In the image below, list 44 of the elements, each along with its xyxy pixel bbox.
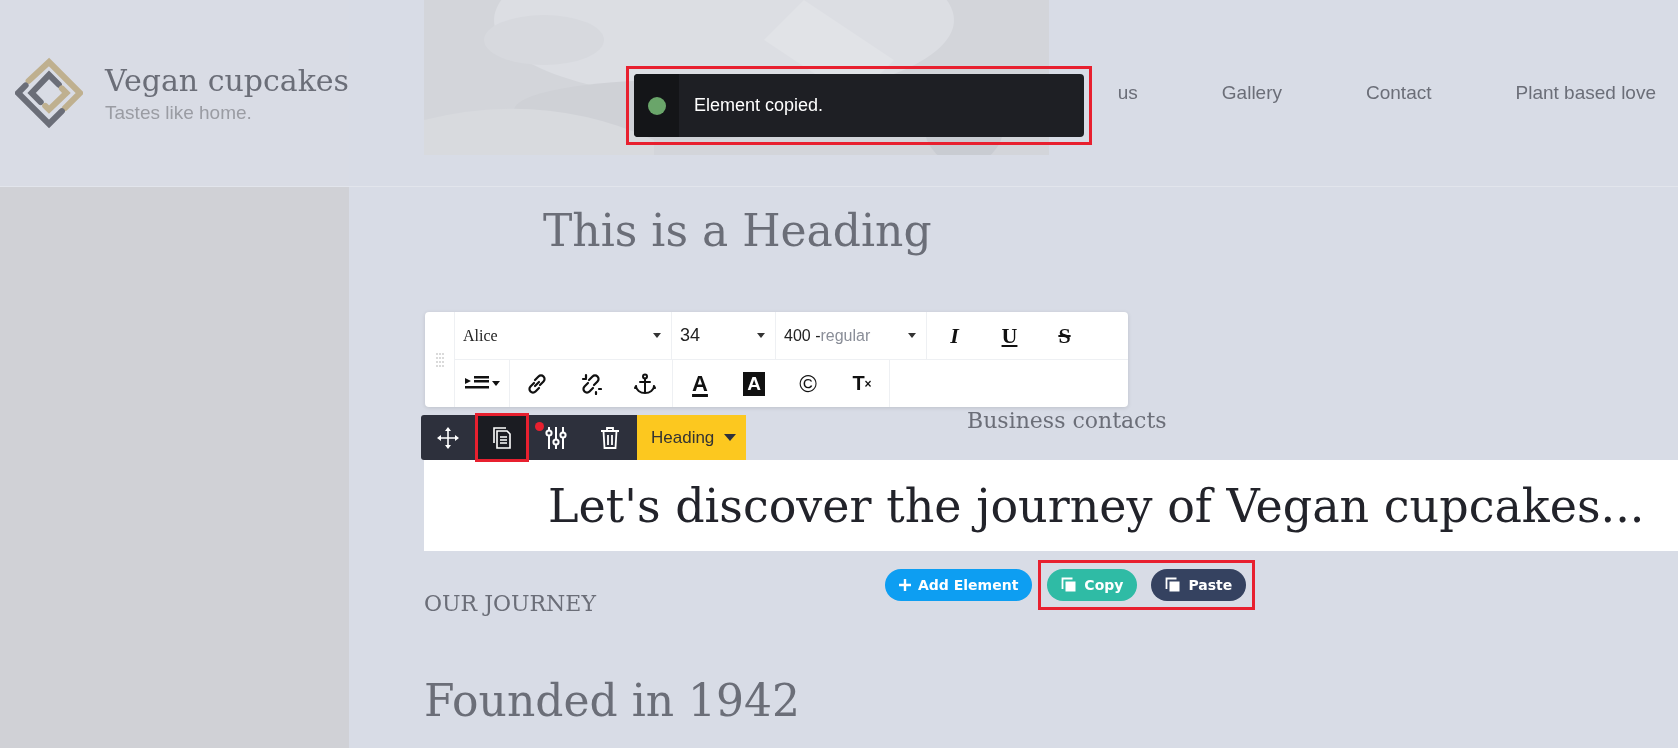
clear-format-button[interactable]: T×: [835, 360, 890, 407]
nav-link[interactable]: us: [1117, 82, 1138, 106]
font-weight-dropdown[interactable]: 400 -regular: [776, 312, 927, 359]
indent-icon: [464, 375, 489, 392]
copy-icon: [492, 426, 512, 449]
strike-button[interactable]: S: [1037, 312, 1092, 359]
paste-button[interactable]: Paste: [1151, 569, 1247, 601]
sliders-icon: [544, 425, 568, 450]
caret-icon: [653, 333, 661, 338]
symbol-button[interactable]: ©: [781, 360, 835, 407]
eyebrow-label: OUR JOURNEY: [424, 591, 596, 617]
toast-message: Element copied.: [694, 95, 824, 116]
caret-icon: [908, 333, 916, 338]
caret-icon: [757, 333, 765, 338]
nav-link[interactable]: Contact: [1366, 82, 1432, 106]
status-dot-icon: [646, 95, 667, 116]
plus-icon: [899, 579, 911, 591]
site-title: Vegan cupcakes: [105, 62, 349, 100]
element-type-dropdown[interactable]: Heading: [637, 415, 747, 460]
subheading: Founded in 1942: [424, 674, 801, 728]
highlight-color-button[interactable]: A: [727, 360, 781, 407]
nav-link[interactable]: Plant based love: [1515, 82, 1656, 106]
trash-icon: [601, 426, 619, 449]
italic-button[interactable]: I: [927, 312, 982, 359]
underline-button[interactable]: U: [982, 312, 1037, 359]
heading: This is a Heading: [543, 204, 933, 258]
section-label: Business contacts: [967, 409, 1167, 433]
notification-dot: [535, 422, 544, 431]
site-tagline: Tastes like home.: [105, 102, 253, 124]
caret-icon: [491, 381, 500, 386]
drag-handle-icon: [435, 351, 444, 368]
clipboard-icon: [1061, 577, 1078, 593]
clipboard-icon: [1165, 577, 1182, 593]
font-size-dropdown[interactable]: 34: [672, 312, 776, 359]
copy-button[interactable]: [475, 413, 529, 462]
nav-link[interactable]: Gallery: [1221, 82, 1282, 106]
banner-heading: Let's discover the journey of Vegan cupcakes...: [548, 477, 1645, 534]
link-icon: [526, 372, 548, 395]
caret-icon: [724, 434, 737, 441]
move-icon: [437, 426, 459, 449]
text-color-button[interactable]: A: [673, 360, 727, 407]
font-family-dropdown[interactable]: Alice: [455, 312, 672, 359]
anchor-icon: [634, 372, 656, 395]
unlink-icon: [580, 372, 602, 395]
